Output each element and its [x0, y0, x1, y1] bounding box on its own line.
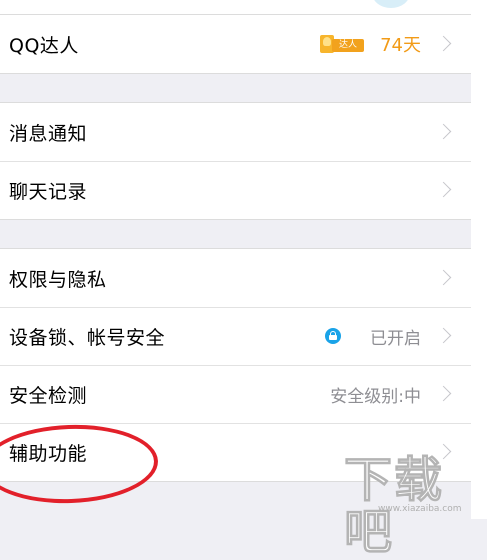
chevron-right-icon	[435, 443, 452, 460]
row-label-privacy-permissions: 权限与隐私	[9, 268, 107, 291]
row-label-accessibility: 辅助功能	[9, 442, 88, 465]
chevron-right-icon	[435, 181, 452, 198]
accessibility-row[interactable]: 辅助功能	[0, 423, 471, 481]
device-lock-account-security-row[interactable]: 设备锁、帐号安全 已开启	[0, 307, 471, 365]
chevron-right-icon	[435, 35, 452, 52]
row-label-device-lock: 设备锁、帐号安全	[9, 326, 166, 349]
row-label-qq-daren: QQ达人	[9, 34, 79, 57]
group-messages: 消息通知 聊天记录	[0, 102, 471, 220]
settings-screen: QQ达人 达人 74天 消息通知 聊天记录 权限与隐私 设备锁、帐号安全 已开启…	[0, 0, 471, 519]
right-margin	[471, 0, 487, 519]
device-lock-status: 已开启	[370, 328, 421, 349]
row-label-message-notification: 消息通知	[9, 122, 88, 145]
previous-row-edge	[0, 0, 471, 15]
security-check-row[interactable]: 安全检测 安全级别:中	[0, 365, 471, 423]
chevron-right-icon	[435, 385, 452, 402]
row-label-security-check: 安全检测	[9, 384, 88, 407]
daren-badge-icon: 达人	[320, 35, 365, 53]
group-security: 权限与隐私 设备锁、帐号安全 已开启 安全检测 安全级别:中 辅助功能	[0, 248, 471, 482]
group-qq-daren: QQ达人 达人 74天	[0, 14, 471, 74]
privacy-permissions-row[interactable]: 权限与隐私	[0, 249, 471, 307]
row-label-chat-history: 聊天记录	[9, 180, 88, 203]
avatar	[372, 0, 410, 8]
daren-badge-label: 达人	[332, 39, 364, 52]
message-notification-row[interactable]: 消息通知	[0, 103, 471, 161]
chevron-right-icon	[435, 327, 452, 344]
chevron-right-icon	[435, 123, 452, 140]
chat-history-row[interactable]: 聊天记录	[0, 161, 471, 219]
chevron-right-icon	[435, 269, 452, 286]
daren-days-value: 74天	[380, 35, 421, 56]
security-level-value: 安全级别:中	[330, 386, 421, 407]
qq-daren-row[interactable]: QQ达人 达人 74天	[0, 15, 471, 73]
lock-icon	[325, 328, 341, 344]
